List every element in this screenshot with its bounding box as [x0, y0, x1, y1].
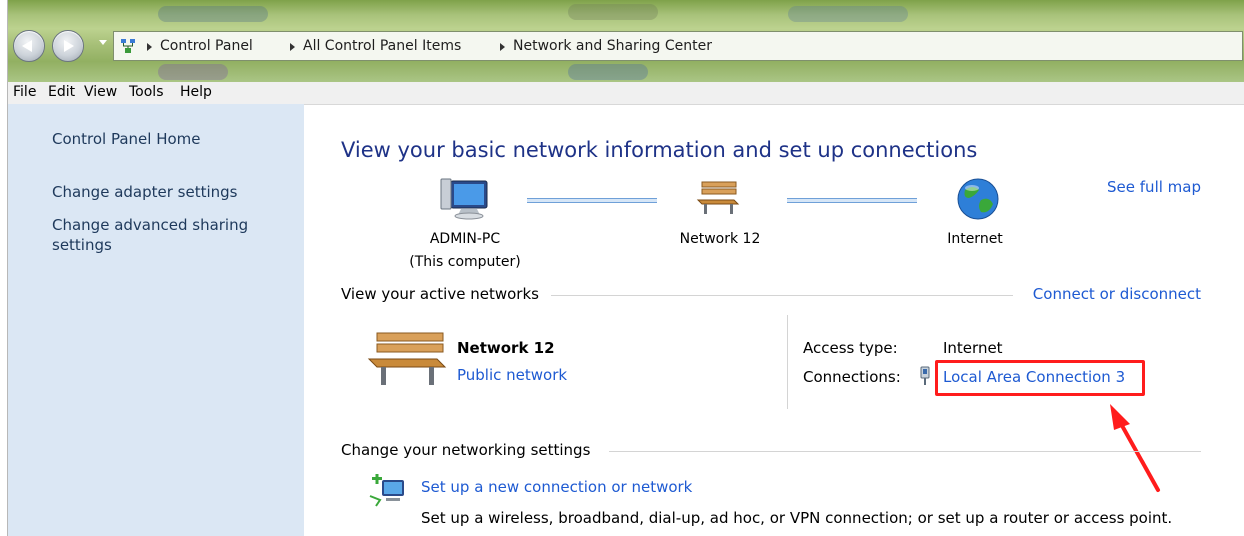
- page-title: View your basic network information and …: [341, 138, 978, 162]
- breadcrumb-network-center[interactable]: Network and Sharing Center: [513, 38, 712, 54]
- back-button[interactable]: [13, 30, 45, 62]
- menu-bar: File Edit View Tools Help: [8, 82, 1244, 105]
- recent-pages-dropdown-icon[interactable]: [99, 40, 107, 45]
- ethernet-connection-icon: [920, 366, 930, 385]
- see-full-map-link[interactable]: See full map: [1107, 178, 1201, 196]
- setup-connection-description: Set up a wireless, broadband, dial-up, a…: [421, 509, 1173, 527]
- menu-view[interactable]: View: [84, 84, 117, 100]
- sidebar-change-advanced-sharing[interactable]: Change advanced sharing: [52, 216, 248, 234]
- network-center-icon: [121, 39, 135, 53]
- public-network-link[interactable]: Public network: [457, 366, 567, 384]
- connect-or-disconnect-link[interactable]: Connect or disconnect: [1033, 285, 1201, 303]
- breadcrumb-control-panel[interactable]: Control Panel: [160, 38, 253, 54]
- breadcrumb-separator-icon: [290, 43, 295, 51]
- sidebar-change-advanced-sharing-cont[interactable]: settings: [52, 236, 112, 254]
- computer-subtitle: (This computer): [409, 254, 521, 270]
- breadcrumb-separator-icon: [147, 43, 152, 51]
- access-type-label: Access type:: [803, 339, 898, 357]
- breadcrumb-all-items[interactable]: All Control Panel Items: [303, 38, 461, 54]
- forward-button[interactable]: [52, 30, 84, 62]
- menu-file[interactable]: File: [13, 84, 36, 100]
- sidebar: Control Panel Home Change adapter settin…: [8, 104, 304, 536]
- back-arrow-icon: [22, 40, 32, 52]
- section-divider: [609, 451, 1201, 452]
- computer-icon: [440, 178, 488, 220]
- bench-icon-large: [367, 332, 447, 385]
- section-divider: [551, 295, 1013, 296]
- change-settings-heading: Change your networking settings: [341, 441, 591, 459]
- new-connection-icon: [369, 474, 404, 507]
- network-name-map: Network 12: [679, 231, 761, 247]
- map-connection-line: [527, 198, 657, 203]
- annotation-highlight-box: [935, 360, 1145, 396]
- access-type-value: Internet: [943, 339, 1003, 357]
- setup-new-connection-link[interactable]: Set up a new connection or network: [421, 478, 692, 496]
- menu-edit[interactable]: Edit: [48, 84, 75, 100]
- internet-label: Internet: [947, 231, 1003, 247]
- vertical-divider: [787, 315, 788, 409]
- address-bar[interactable]: Control Panel All Control Panel Items Ne…: [113, 31, 1243, 61]
- sidebar-change-adapter-settings[interactable]: Change adapter settings: [52, 183, 238, 201]
- forward-arrow-icon: [64, 40, 74, 52]
- globe-icon: [957, 178, 999, 220]
- menu-help[interactable]: Help: [180, 84, 212, 100]
- active-networks-heading: View your active networks: [341, 285, 539, 303]
- connections-label: Connections:: [803, 368, 901, 386]
- sidebar-control-panel-home[interactable]: Control Panel Home: [52, 130, 201, 148]
- annotation-arrow-icon: [1110, 404, 1160, 492]
- window-edge: [0, 0, 8, 536]
- computer-name: ADMIN-PC: [429, 231, 501, 247]
- active-network-name: Network 12: [457, 339, 555, 357]
- map-connection-line: [787, 198, 917, 203]
- breadcrumb-separator-icon: [500, 43, 505, 51]
- menu-tools[interactable]: Tools: [129, 84, 164, 100]
- bench-icon: [696, 181, 740, 214]
